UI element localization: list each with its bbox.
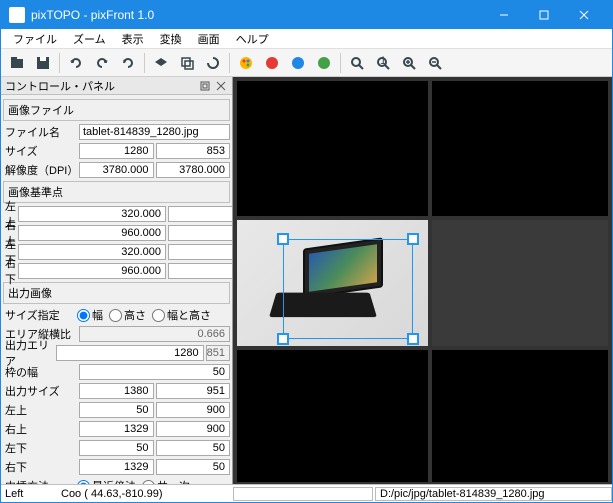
out-tl-label: 左上 (3, 402, 77, 418)
out-br-y: 50 (156, 459, 231, 475)
filename-value: tablet-814839_1280.jpg (79, 124, 230, 140)
handle-br[interactable] (407, 333, 419, 345)
outsize-h: 951 (156, 383, 231, 399)
basis-br-y[interactable] (168, 263, 232, 279)
close-button[interactable] (564, 1, 604, 29)
undo-icon[interactable] (64, 51, 88, 75)
app-icon (9, 7, 25, 23)
menu-zoom[interactable]: ズーム (65, 29, 114, 49)
basis-br-x[interactable] (18, 263, 166, 279)
menu-help[interactable]: ヘルプ (228, 29, 277, 49)
zoom-1to1-icon[interactable]: 1 (371, 51, 395, 75)
maximize-button[interactable] (524, 1, 564, 29)
out-bl-x: 50 (79, 440, 154, 456)
interp-label: 内挿方法 (3, 478, 77, 484)
size-label: サイズ (3, 143, 77, 159)
size-h: 853 (156, 143, 231, 159)
zoom-in-icon[interactable] (397, 51, 421, 75)
dpi-x: 3780.000 (79, 162, 154, 178)
status-path: D:/pic/jpg/tablet-814839_1280.jpg (375, 487, 612, 501)
duplicate-icon[interactable] (175, 51, 199, 75)
minimize-button[interactable] (484, 1, 524, 29)
titlebar: pixTOPO - pixFront 1.0 (1, 1, 612, 29)
separator (340, 53, 341, 73)
out-tl-x: 50 (79, 402, 154, 418)
svg-text:1: 1 (380, 55, 386, 67)
section-basis: 画像基準点 (3, 181, 230, 203)
basis-tl-y[interactable] (168, 206, 232, 222)
outsize-w: 1380 (79, 383, 154, 399)
basis-tr-x[interactable] (18, 225, 166, 241)
border-value[interactable] (79, 364, 230, 380)
undock-icon[interactable] (198, 79, 212, 93)
out-bl-label: 左下 (3, 440, 77, 456)
panel-title: コントロール・パネル (5, 78, 196, 94)
basis-bl-x[interactable] (18, 244, 166, 260)
size-w: 1280 (79, 143, 154, 159)
zoom-out-icon[interactable] (423, 51, 447, 75)
section-image-file: 画像ファイル (3, 99, 230, 121)
out-tl-y: 900 (156, 402, 231, 418)
window-title: pixTOPO - pixFront 1.0 (31, 8, 484, 22)
close-panel-icon[interactable] (214, 79, 228, 93)
handle-tr[interactable] (407, 233, 419, 245)
handle-bl[interactable] (277, 333, 289, 345)
reload-icon[interactable] (116, 51, 140, 75)
out-br-x: 1329 (79, 459, 154, 475)
out-bl-y: 50 (156, 440, 231, 456)
radio-bilinear[interactable]: 共一次 (142, 478, 190, 484)
dpi-y: 3780.000 (156, 162, 231, 178)
border-label: 枠の幅 (3, 364, 77, 380)
layer-icon[interactable] (149, 51, 173, 75)
status-coo: Coo ( 44.63,-810.99) (61, 488, 231, 500)
zoom-fit-icon[interactable] (345, 51, 369, 75)
out-tr-label: 右上 (3, 421, 77, 437)
menubar: ファイル ズーム 表示 変換 画面 ヘルプ (1, 29, 612, 49)
statusbar: Left Coo ( 44.63,-810.99) D:/pic/jpg/tab… (1, 484, 612, 502)
color-red-icon[interactable] (260, 51, 284, 75)
status-empty (233, 487, 373, 501)
out-br-label: 右下 (3, 459, 77, 475)
separator (59, 53, 60, 73)
out-tr-y: 900 (156, 421, 231, 437)
separator (144, 53, 145, 73)
aspect-value: 0.666 (79, 326, 230, 342)
control-panel: コントロール・パネル 画像ファイル ファイル名tablet-814839_128… (1, 77, 233, 484)
handle-tl[interactable] (277, 233, 289, 245)
sizespec-label: サイズ指定 (3, 307, 77, 323)
br-label: 右下 (3, 255, 16, 287)
panel-header: コントロール・パネル (1, 77, 232, 95)
palette-icon[interactable] (234, 51, 258, 75)
menu-transform[interactable]: 変換 (152, 29, 190, 49)
rotate-icon[interactable] (201, 51, 225, 75)
color-green-icon[interactable] (312, 51, 336, 75)
radio-width[interactable]: 幅 (77, 307, 103, 323)
toolbar: 1 (1, 49, 612, 77)
menu-file[interactable]: ファイル (5, 29, 65, 49)
basis-bl-y[interactable] (168, 244, 232, 260)
filename-label: ファイル名 (3, 124, 77, 140)
color-blue-icon[interactable] (286, 51, 310, 75)
outsize-label: 出力サイズ (3, 383, 77, 399)
menu-image[interactable]: 画面 (190, 29, 228, 49)
basis-tr-y[interactable] (168, 225, 232, 241)
selection-box[interactable] (283, 239, 413, 339)
redo-icon[interactable] (90, 51, 114, 75)
out-tr-x: 1329 (79, 421, 154, 437)
radio-wh[interactable]: 幅と高さ (152, 307, 211, 323)
outarea-h: 851 (206, 345, 230, 361)
radio-height[interactable]: 高さ (109, 307, 146, 323)
open-icon[interactable] (5, 51, 29, 75)
section-output: 出力画像 (3, 282, 230, 304)
basis-tl-x[interactable] (18, 206, 166, 222)
outarea-w[interactable] (56, 345, 204, 361)
radio-nearest[interactable]: 最近傍法 (77, 478, 136, 484)
separator (229, 53, 230, 73)
image-viewport[interactable] (233, 77, 612, 484)
menu-view[interactable]: 表示 (114, 29, 152, 49)
status-left: Left (1, 488, 61, 500)
dpi-label: 解像度（DPI） (3, 162, 77, 178)
save-icon[interactable] (31, 51, 55, 75)
